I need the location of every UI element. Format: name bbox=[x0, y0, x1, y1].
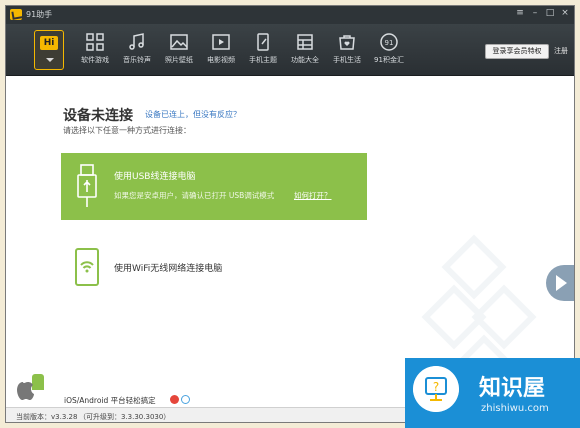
svg-text:91: 91 bbox=[385, 39, 394, 47]
app-title: 91助手 bbox=[26, 10, 53, 19]
nav-item-life[interactable]: 手机生活 bbox=[326, 28, 368, 72]
nav-label: 手机生活 bbox=[333, 56, 361, 64]
upgrade-version[interactable]: （可升级到：3.3.30.3030） bbox=[79, 412, 170, 422]
apple-android-icon bbox=[17, 374, 44, 400]
how-to-enable-link[interactable]: 如何打开？ bbox=[294, 190, 332, 201]
nav-label: 电影视频 bbox=[207, 56, 235, 64]
current-version: 当前版本：v3.3.28 bbox=[16, 413, 78, 421]
nav-item-music[interactable]: 音乐铃声 bbox=[116, 28, 158, 72]
music-note-icon bbox=[127, 32, 147, 52]
minimize-icon[interactable]: – bbox=[530, 8, 540, 18]
usb-option-description: 如果您是安卓用户，请确认已打开 USB调试模式 bbox=[114, 191, 275, 200]
usb-cable-icon bbox=[77, 164, 97, 207]
nav-item-video[interactable]: 电影视频 bbox=[200, 28, 242, 72]
usb-option-title: 使用USB线连接电脑 bbox=[114, 172, 196, 182]
page-subtitle: 请选择以下任意一种方式进行连接： bbox=[63, 126, 191, 135]
next-arrow-button[interactable] bbox=[546, 265, 574, 301]
wifi-connect-option[interactable]: 使用WiFi无线网络连接电脑 bbox=[61, 243, 367, 293]
wifi-phone-icon bbox=[75, 248, 99, 286]
nav-label: 照片壁纸 bbox=[165, 56, 193, 64]
nav-label: 手机主题 bbox=[249, 56, 277, 64]
video-icon bbox=[211, 32, 231, 52]
vip-login-button[interactable]: 登录享会员特权 bbox=[485, 44, 549, 59]
menu-icon[interactable]: ≡ bbox=[515, 8, 525, 18]
main-toolbar: Hi 软件游戏 音乐铃声 照片壁纸 电影视频 手机主题 功能大全 手机生活 91… bbox=[6, 24, 574, 76]
window-controls: ≡ – □ × bbox=[515, 8, 570, 18]
nav-label: 软件游戏 bbox=[81, 56, 109, 64]
hi-badge: Hi bbox=[40, 36, 58, 50]
nav-label: 91积金汇 bbox=[374, 56, 404, 64]
watermark-url: zhishiwu.com bbox=[481, 403, 549, 414]
weibo-icon[interactable] bbox=[170, 395, 179, 404]
nav-item-tools[interactable]: 功能大全 bbox=[284, 28, 326, 72]
device-no-response-link[interactable]: 设备已连上，但没有反应？ bbox=[145, 109, 241, 120]
nav-item-themes[interactable]: 手机主题 bbox=[242, 28, 284, 72]
qq-icon[interactable] bbox=[181, 395, 190, 404]
nav-item-money[interactable]: 91 91积金汇 bbox=[368, 28, 410, 72]
watermark-name: 知识屋 bbox=[479, 376, 546, 401]
close-icon[interactable]: × bbox=[560, 8, 570, 18]
wifi-option-title: 使用WiFi无线网络连接电脑 bbox=[114, 264, 223, 274]
watermark-logo-icon: ? bbox=[413, 366, 459, 412]
heart-bag-icon bbox=[337, 32, 357, 52]
photo-icon bbox=[169, 32, 189, 52]
site-watermark: ? 知识屋 zhishiwu.com bbox=[405, 358, 580, 428]
toolbox-icon bbox=[295, 32, 315, 52]
nav-item-apps[interactable]: 软件游戏 bbox=[74, 28, 116, 72]
nav-label: 功能大全 bbox=[291, 56, 319, 64]
page-title: 设备未连接 bbox=[63, 108, 133, 124]
app-logo-icon bbox=[10, 9, 22, 20]
svg-text:?: ? bbox=[433, 380, 439, 394]
money-icon: 91 bbox=[379, 32, 399, 52]
apps-grid-icon bbox=[85, 32, 105, 52]
usb-connect-option[interactable]: 使用USB线连接电脑 如果您是安卓用户，请确认已打开 USB调试模式 如何打开？ bbox=[61, 153, 367, 220]
maximize-icon[interactable]: □ bbox=[545, 8, 555, 18]
phone-theme-icon bbox=[253, 32, 273, 52]
main-nav: 软件游戏 音乐铃声 照片壁纸 电影视频 手机主题 功能大全 手机生活 91 91… bbox=[74, 28, 410, 72]
nav-label: 音乐铃声 bbox=[123, 56, 151, 64]
platform-text: iOS/Android 平台轻松搞定 bbox=[64, 396, 156, 405]
caret-down-icon bbox=[46, 58, 54, 62]
hi-button[interactable]: Hi bbox=[34, 30, 64, 70]
title-bar: 91助手 ≡ – □ × bbox=[6, 6, 574, 24]
nav-item-photos[interactable]: 照片壁纸 bbox=[158, 28, 200, 72]
register-link[interactable]: 注册 bbox=[554, 46, 568, 56]
